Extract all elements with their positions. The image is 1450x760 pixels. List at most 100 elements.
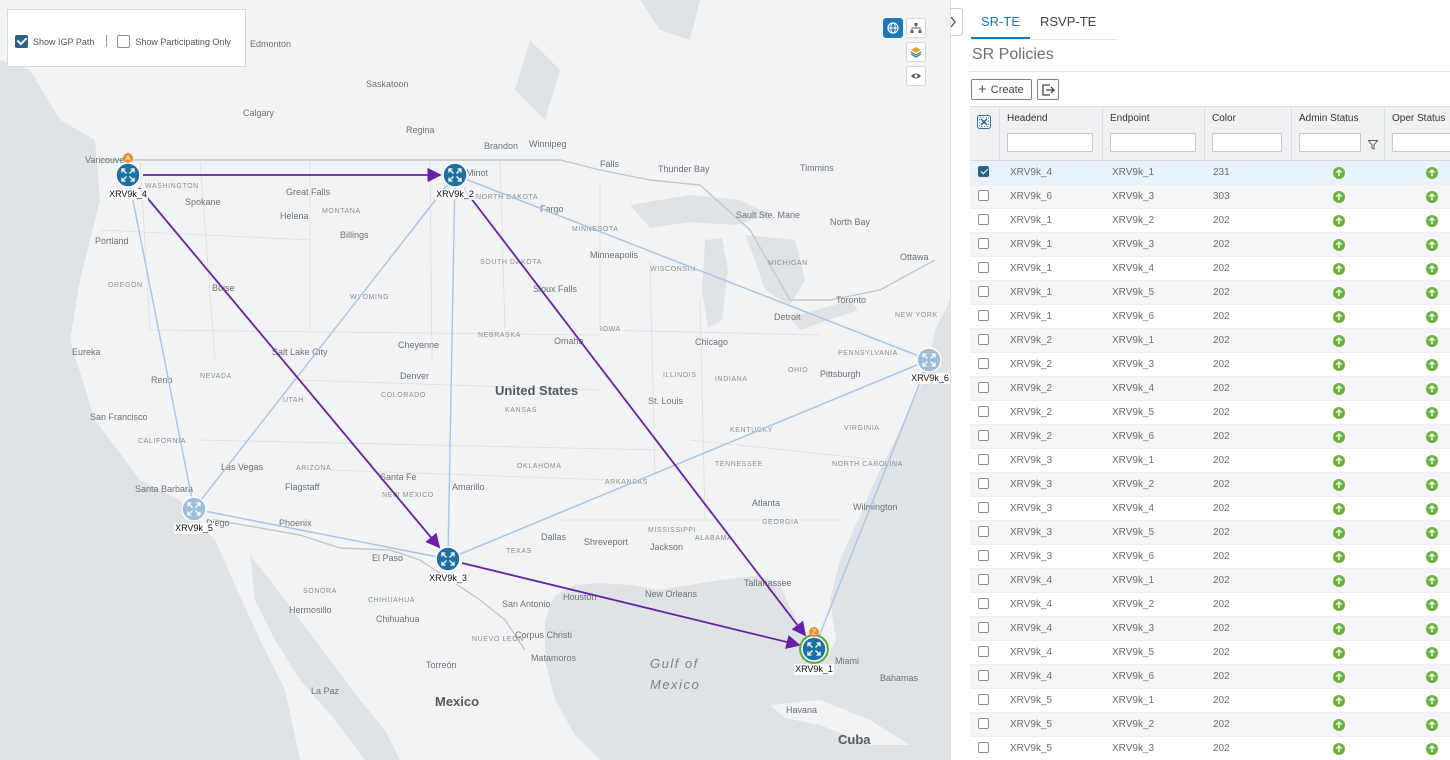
select-all-icon[interactable]: [977, 115, 991, 129]
row-checkbox[interactable]: [978, 526, 989, 537]
row-checkbox[interactable]: [978, 310, 989, 321]
table-row[interactable]: XRV9k_4 XRV9k_2 202: [970, 593, 1450, 617]
endpoint-cell: XRV9k_1: [1112, 455, 1155, 466]
show-participating-only-option[interactable]: Show Participating Only: [117, 35, 231, 48]
row-checkbox[interactable]: [978, 166, 989, 177]
svg-text:Portland: Portland: [95, 236, 129, 246]
table-row[interactable]: XRV9k_1 XRV9k_4 202: [970, 257, 1450, 281]
color-cell: 202: [1213, 719, 1230, 730]
table-row[interactable]: XRV9k_2 XRV9k_4 202: [970, 377, 1450, 401]
table-row[interactable]: XRV9k_3 XRV9k_6 202: [970, 545, 1450, 569]
svg-text:MISSISSIPPI: MISSISSIPPI: [648, 527, 696, 534]
topology-map[interactable]: Edmonton Saskatoon Calgary Regina Brando…: [0, 0, 950, 760]
oper-status-up-icon: [1426, 551, 1438, 563]
table-row[interactable]: XRV9k_3 XRV9k_5 202: [970, 521, 1450, 545]
headend-filter-input[interactable]: [1007, 133, 1093, 152]
table-row[interactable]: XRV9k_5 XRV9k_3 202: [970, 737, 1450, 760]
table-row[interactable]: XRV9k_4 XRV9k_5 202: [970, 641, 1450, 665]
globe-icon[interactable]: [883, 18, 903, 38]
table-row[interactable]: XRV9k_6 XRV9k_3 303: [970, 185, 1450, 209]
table-row[interactable]: XRV9k_1 XRV9k_2 202: [970, 209, 1450, 233]
row-checkbox[interactable]: [978, 430, 989, 441]
row-checkbox[interactable]: [978, 742, 989, 753]
table-row[interactable]: XRV9k_2 XRV9k_5 202: [970, 401, 1450, 425]
row-checkbox[interactable]: [978, 190, 989, 201]
admin-status-filter-input[interactable]: [1299, 133, 1361, 152]
table-row[interactable]: XRV9k_3 XRV9k_4 202: [970, 497, 1450, 521]
oper-status-filter-input[interactable]: [1392, 133, 1450, 152]
row-checkbox[interactable]: [978, 238, 989, 249]
endpoint-cell: XRV9k_3: [1112, 359, 1155, 370]
table-row[interactable]: XRV9k_5 XRV9k_1 202: [970, 689, 1450, 713]
svg-text:Minneapolis: Minneapolis: [590, 250, 639, 260]
row-checkbox[interactable]: [978, 406, 989, 417]
oper-status-up-icon: [1426, 647, 1438, 659]
row-checkbox[interactable]: [978, 718, 989, 729]
table-row[interactable]: XRV9k_2 XRV9k_3 202: [970, 353, 1450, 377]
svg-text:IOWA: IOWA: [600, 326, 621, 333]
oper-status-up-icon: [1426, 695, 1438, 707]
show-igp-path-checkbox[interactable]: [15, 35, 28, 48]
row-checkbox[interactable]: [978, 478, 989, 489]
svg-text:Toronto: Toronto: [836, 295, 866, 305]
svg-text:NEVADA: NEVADA: [200, 373, 232, 380]
color-filter-input[interactable]: [1212, 133, 1282, 152]
row-checkbox[interactable]: [978, 334, 989, 345]
oper-status-up-icon: [1426, 167, 1438, 179]
svg-text:San Francisco: San Francisco: [90, 412, 148, 422]
row-checkbox[interactable]: [978, 574, 989, 585]
map-canvas[interactable]: Edmonton Saskatoon Calgary Regina Brando…: [0, 0, 950, 760]
row-checkbox[interactable]: [978, 694, 989, 705]
router-label: XRV9k_6: [911, 373, 949, 383]
table-row[interactable]: XRV9k_2 XRV9k_6 202: [970, 425, 1450, 449]
headend-cell: XRV9k_3: [1010, 551, 1053, 562]
color-cell: 303: [1213, 191, 1230, 202]
table-row[interactable]: XRV9k_1 XRV9k_6 202: [970, 305, 1450, 329]
admin-status-up-icon: [1333, 479, 1345, 491]
table-row[interactable]: XRV9k_4 XRV9k_3 202: [970, 617, 1450, 641]
layers-icon[interactable]: [906, 42, 926, 62]
admin-status-up-icon: [1333, 407, 1345, 419]
topology-icon[interactable]: [906, 18, 926, 38]
svg-text:Falls: Falls: [600, 159, 620, 169]
tab-rsvp-te[interactable]: RSVP-TE: [1030, 8, 1106, 39]
show-igp-path-option[interactable]: Show IGP Path: [15, 35, 94, 48]
table-row[interactable]: XRV9k_3 XRV9k_1 202: [970, 449, 1450, 473]
show-participating-only-label: Show Participating Only: [135, 36, 231, 47]
filter-icon[interactable]: [1368, 140, 1378, 150]
eye-icon[interactable]: [906, 66, 926, 86]
row-checkbox[interactable]: [978, 262, 989, 273]
table-row[interactable]: XRV9k_1 XRV9k_5 202: [970, 281, 1450, 305]
row-checkbox[interactable]: [978, 214, 989, 225]
export-button[interactable]: [1036, 79, 1059, 100]
table-row[interactable]: XRV9k_1 XRV9k_3 202: [970, 233, 1450, 257]
table-row[interactable]: XRV9k_4 XRV9k_1 231: [970, 161, 1450, 185]
router-label: XRV9k_2: [436, 189, 474, 199]
collapse-panel-button[interactable]: [951, 8, 963, 36]
svg-text:MICHIGAN: MICHIGAN: [768, 260, 808, 267]
endpoint-cell: XRV9k_1: [1112, 335, 1155, 346]
table-row[interactable]: XRV9k_2 XRV9k_1 202: [970, 329, 1450, 353]
row-checkbox[interactable]: [978, 502, 989, 513]
show-participating-only-checkbox[interactable]: [117, 35, 131, 48]
row-checkbox[interactable]: [978, 646, 989, 657]
endpoint-filter-input[interactable]: [1110, 133, 1196, 152]
row-checkbox[interactable]: [978, 598, 989, 609]
row-checkbox[interactable]: [978, 286, 989, 297]
create-button[interactable]: + Create: [971, 79, 1032, 100]
table-row[interactable]: XRV9k_4 XRV9k_1 202: [970, 569, 1450, 593]
badge-label: Z: [812, 630, 817, 637]
table-row[interactable]: XRV9k_5 XRV9k_2 202: [970, 713, 1450, 737]
table-row[interactable]: XRV9k_4 XRV9k_6 202: [970, 665, 1450, 689]
svg-text:Chihuahua: Chihuahua: [376, 614, 420, 624]
svg-text:Santa Fe: Santa Fe: [380, 472, 417, 482]
svg-text:Saskatoon: Saskatoon: [366, 79, 409, 89]
row-checkbox[interactable]: [978, 550, 989, 561]
row-checkbox[interactable]: [978, 358, 989, 369]
tab-sr-te[interactable]: SR-TE: [971, 8, 1030, 39]
row-checkbox[interactable]: [978, 382, 989, 393]
row-checkbox[interactable]: [978, 454, 989, 465]
table-row[interactable]: XRV9k_3 XRV9k_2 202: [970, 473, 1450, 497]
row-checkbox[interactable]: [978, 670, 989, 681]
row-checkbox[interactable]: [978, 622, 989, 633]
